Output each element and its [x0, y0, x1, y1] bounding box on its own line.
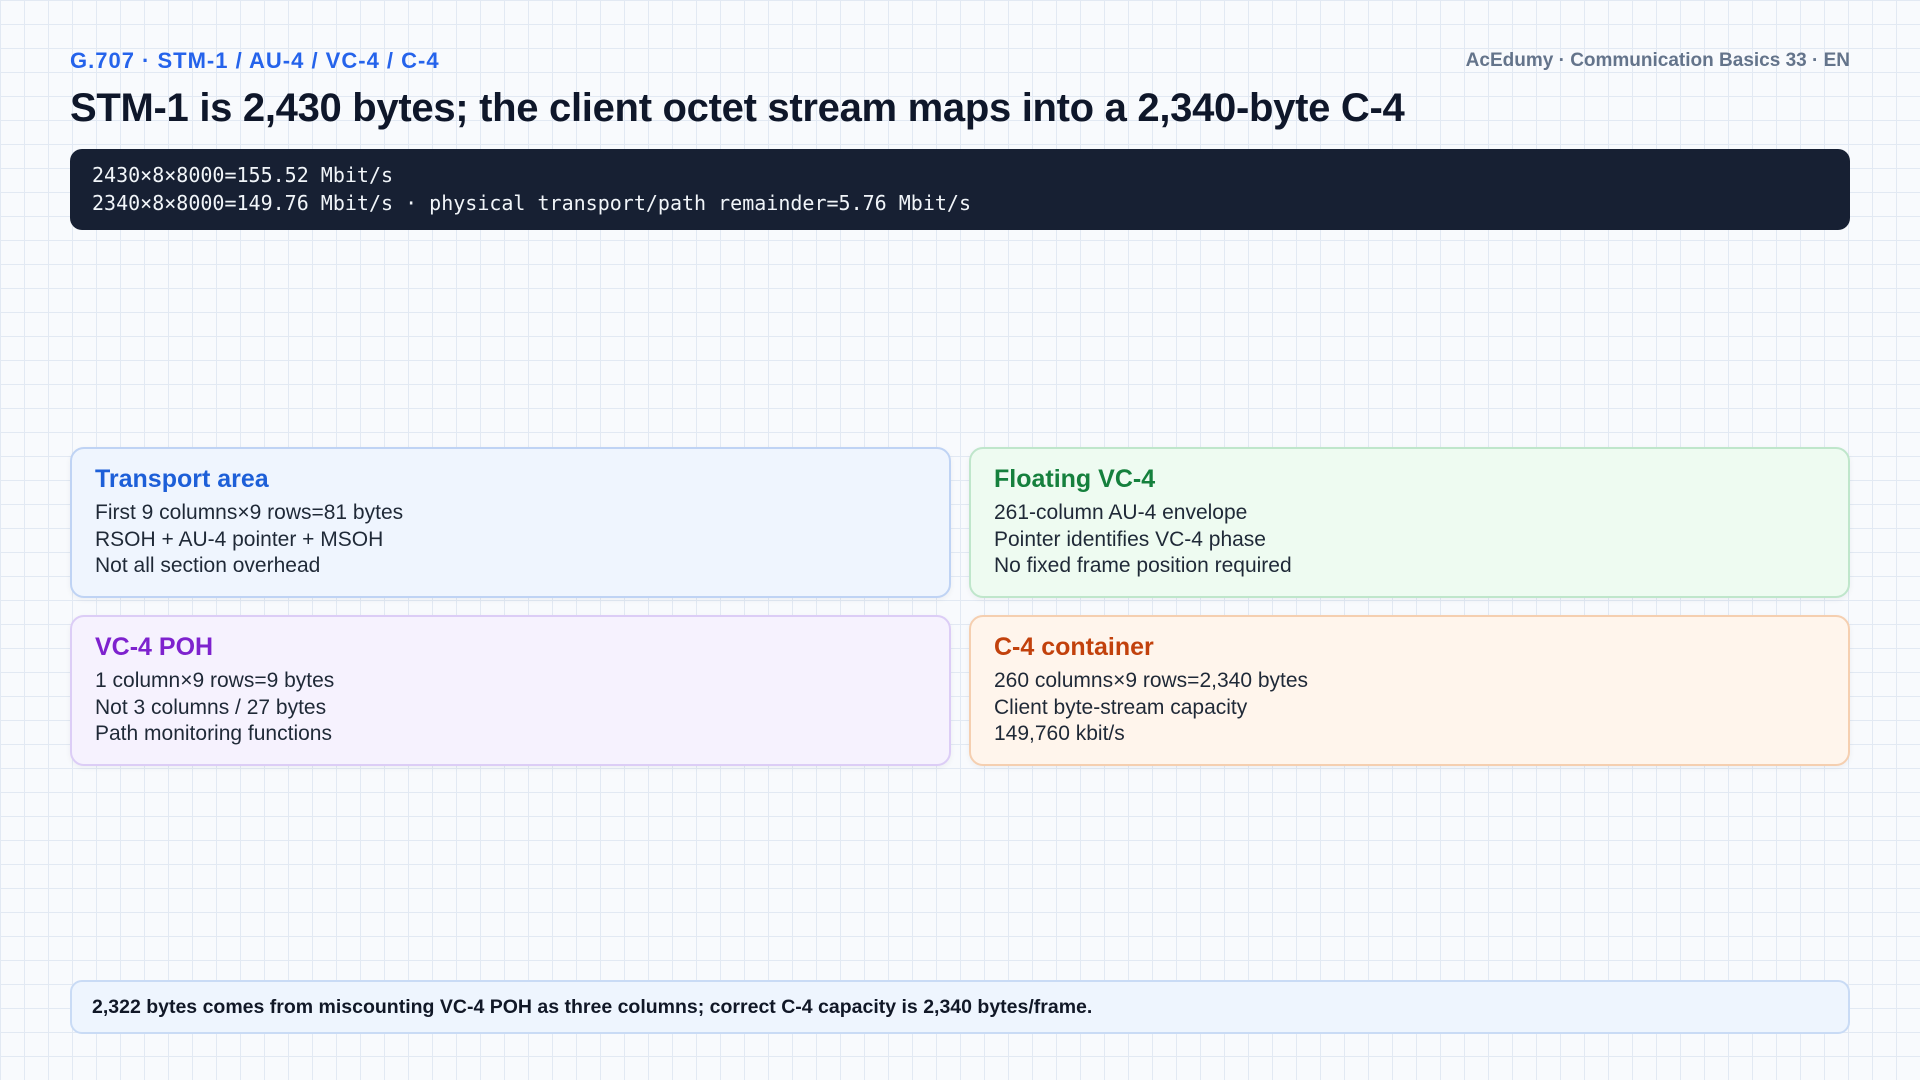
footnote-text: 2,322 bytes comes from miscounting VC-4 …: [92, 995, 1093, 1018]
card-floating-vc4: Floating VC-4 261-column AU-4 envelope P…: [969, 447, 1850, 598]
card-line: First 9 columns×9 rows=81 bytes: [95, 501, 404, 524]
card-title: Floating VC-4: [994, 465, 1156, 493]
card-line: 149,760 kbit/s: [994, 722, 1125, 745]
card-line: RSOH + AU-4 pointer + MSOH: [95, 527, 384, 551]
card-line: No fixed frame position required: [994, 554, 1292, 577]
card-line: 1 column×9 rows=9 bytes: [95, 669, 335, 692]
card-title: VC-4 POH: [95, 633, 214, 661]
card-line: Pointer identifies VC-4 phase: [994, 527, 1266, 551]
card-vc4-poh: VC-4 POH 1 column×9 rows=9 bytes Not 3 c…: [70, 615, 951, 766]
card-transport-area: Transport area First 9 columns×9 rows=81…: [70, 447, 951, 598]
card-title: C-4 container: [994, 633, 1154, 661]
slide-title: STM-1 is 2,430 bytes; the client octet s…: [70, 86, 1405, 130]
card-line: Not all section overhead: [95, 554, 321, 577]
formula-line: 2340×8×8000=149.76 Mbit/s · physical tra…: [92, 191, 971, 215]
card-line: 260 columns×9 rows=2,340 bytes: [994, 669, 1309, 692]
card-line: 261-column AU-4 envelope: [994, 501, 1248, 524]
formula-box: 2430×8×8000=155.52 Mbit/s 2340×8×8000=14…: [70, 149, 1850, 230]
card-title: Transport area: [95, 465, 269, 493]
course-brand: AcEdumy · Communication Basics 33 · EN: [1465, 50, 1850, 71]
topic-kicker: G.707 · STM-1 / AU-4 / VC-4 / C-4: [70, 48, 440, 73]
card-line: Not 3 columns / 27 bytes: [95, 695, 327, 719]
card-line: Path monitoring functions: [95, 722, 332, 745]
card-c4-container: C-4 container 260 columns×9 rows=2,340 b…: [969, 615, 1850, 766]
footnote: 2,322 bytes comes from miscounting VC-4 …: [70, 980, 1850, 1034]
card-line: Client byte-stream capacity: [994, 695, 1248, 719]
formula-line: 2430×8×8000=155.52 Mbit/s: [92, 163, 394, 187]
